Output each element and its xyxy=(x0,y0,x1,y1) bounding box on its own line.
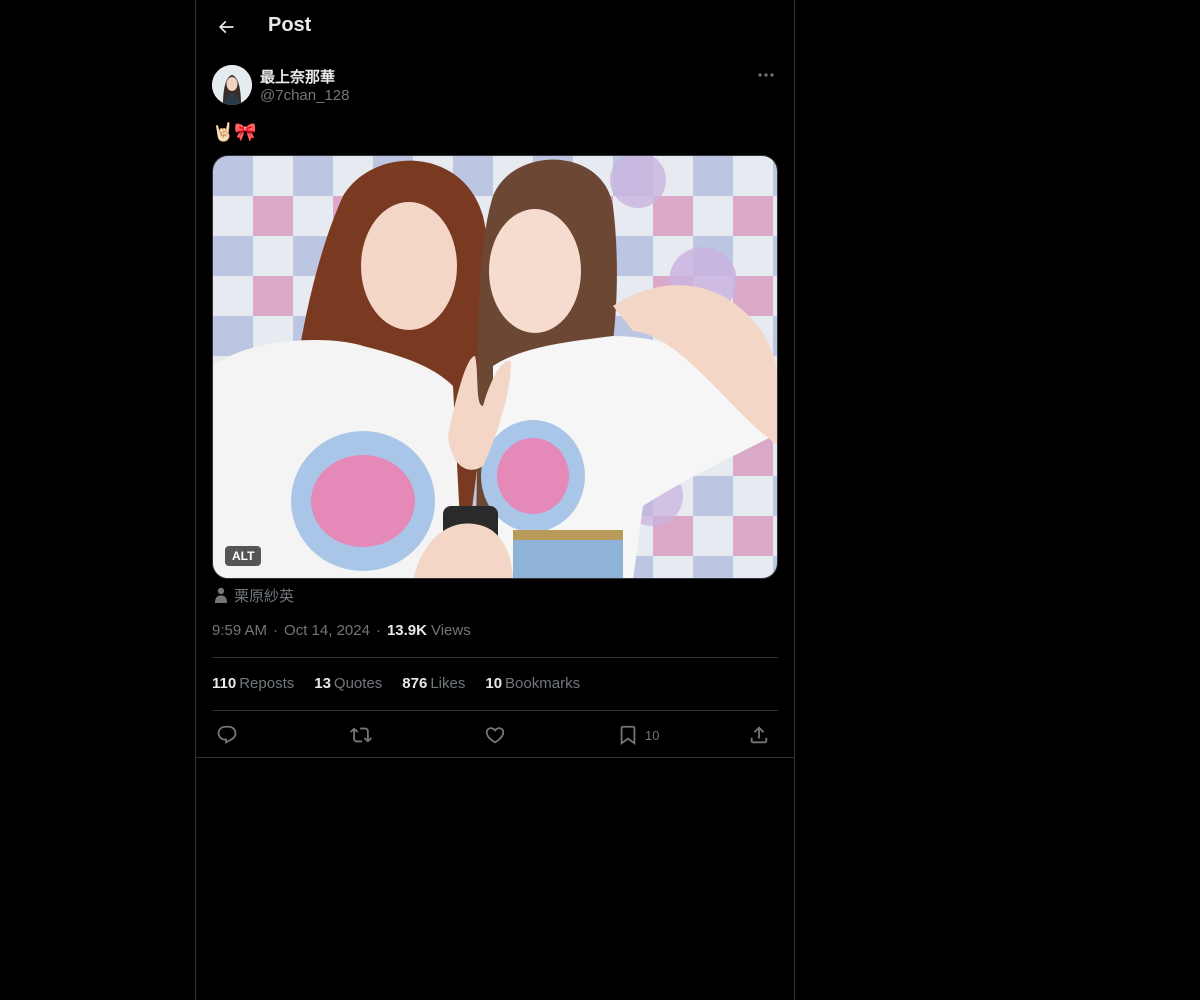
photo-image xyxy=(213,156,777,578)
reposts-stat[interactable]: 110 Reposts xyxy=(212,675,294,692)
meta-separator: · xyxy=(375,622,381,639)
divider xyxy=(196,757,794,758)
heart-icon xyxy=(485,727,505,744)
post-time[interactable]: 9:59 AM xyxy=(212,622,267,639)
page-title: Post xyxy=(268,14,312,36)
divider xyxy=(212,710,778,711)
share-button[interactable] xyxy=(748,722,770,748)
views-label: Views xyxy=(430,622,471,639)
more-icon xyxy=(758,73,774,77)
alt-text-badge[interactable]: ALT xyxy=(225,546,262,566)
reply-icon xyxy=(217,725,237,744)
tagged-user-name: 栗原紗英 xyxy=(234,587,295,605)
avatar[interactable] xyxy=(212,65,252,105)
post-date[interactable]: Oct 14, 2024 xyxy=(284,622,370,639)
quotes-stat[interactable]: 13 Quotes xyxy=(314,675,382,692)
tagged-user[interactable]: 栗原紗英 xyxy=(214,585,294,605)
bookmark-icon xyxy=(620,725,636,746)
share-icon xyxy=(750,726,768,744)
post-column: Post 最上奈那華 @7chan_128 🤘🏻🎀 ALT 栗原紗英 9:59 … xyxy=(195,0,795,1000)
post-header: Post xyxy=(196,0,794,54)
author-handle[interactable]: @7chan_128 xyxy=(260,87,349,104)
person-icon xyxy=(215,587,227,603)
bookmarks-stat[interactable]: 10 Bookmarks xyxy=(485,675,580,692)
post-author: 最上奈那華 @7chan_128 xyxy=(212,64,778,108)
likes-stat[interactable]: 876 Likes xyxy=(402,675,465,692)
more-options-button[interactable] xyxy=(754,64,778,86)
author-display-name[interactable]: 最上奈那華 xyxy=(260,66,335,87)
meta-separator: · xyxy=(273,622,279,639)
post-text: 🤘🏻🎀 xyxy=(212,122,257,142)
bookmark-count: 10 xyxy=(645,727,660,743)
divider xyxy=(212,657,778,658)
post-photo[interactable]: ALT xyxy=(212,155,778,579)
reply-button[interactable] xyxy=(216,722,238,748)
like-button[interactable] xyxy=(484,722,506,748)
views-count: 13.9K xyxy=(386,622,427,639)
post-actions: 10 xyxy=(212,722,778,748)
arrow-left-icon xyxy=(218,20,234,34)
repost-button[interactable] xyxy=(350,722,372,748)
back-button[interactable] xyxy=(208,9,244,45)
post-metadata: 9:59 AM · Oct 14, 2024 · 13.9K Views xyxy=(212,622,471,639)
engagement-stats: 110 Reposts 13 Quotes 876 Likes 10 Bookmarks xyxy=(212,675,580,692)
bookmark-button[interactable]: 10 xyxy=(617,722,659,748)
repost-icon xyxy=(350,727,372,743)
